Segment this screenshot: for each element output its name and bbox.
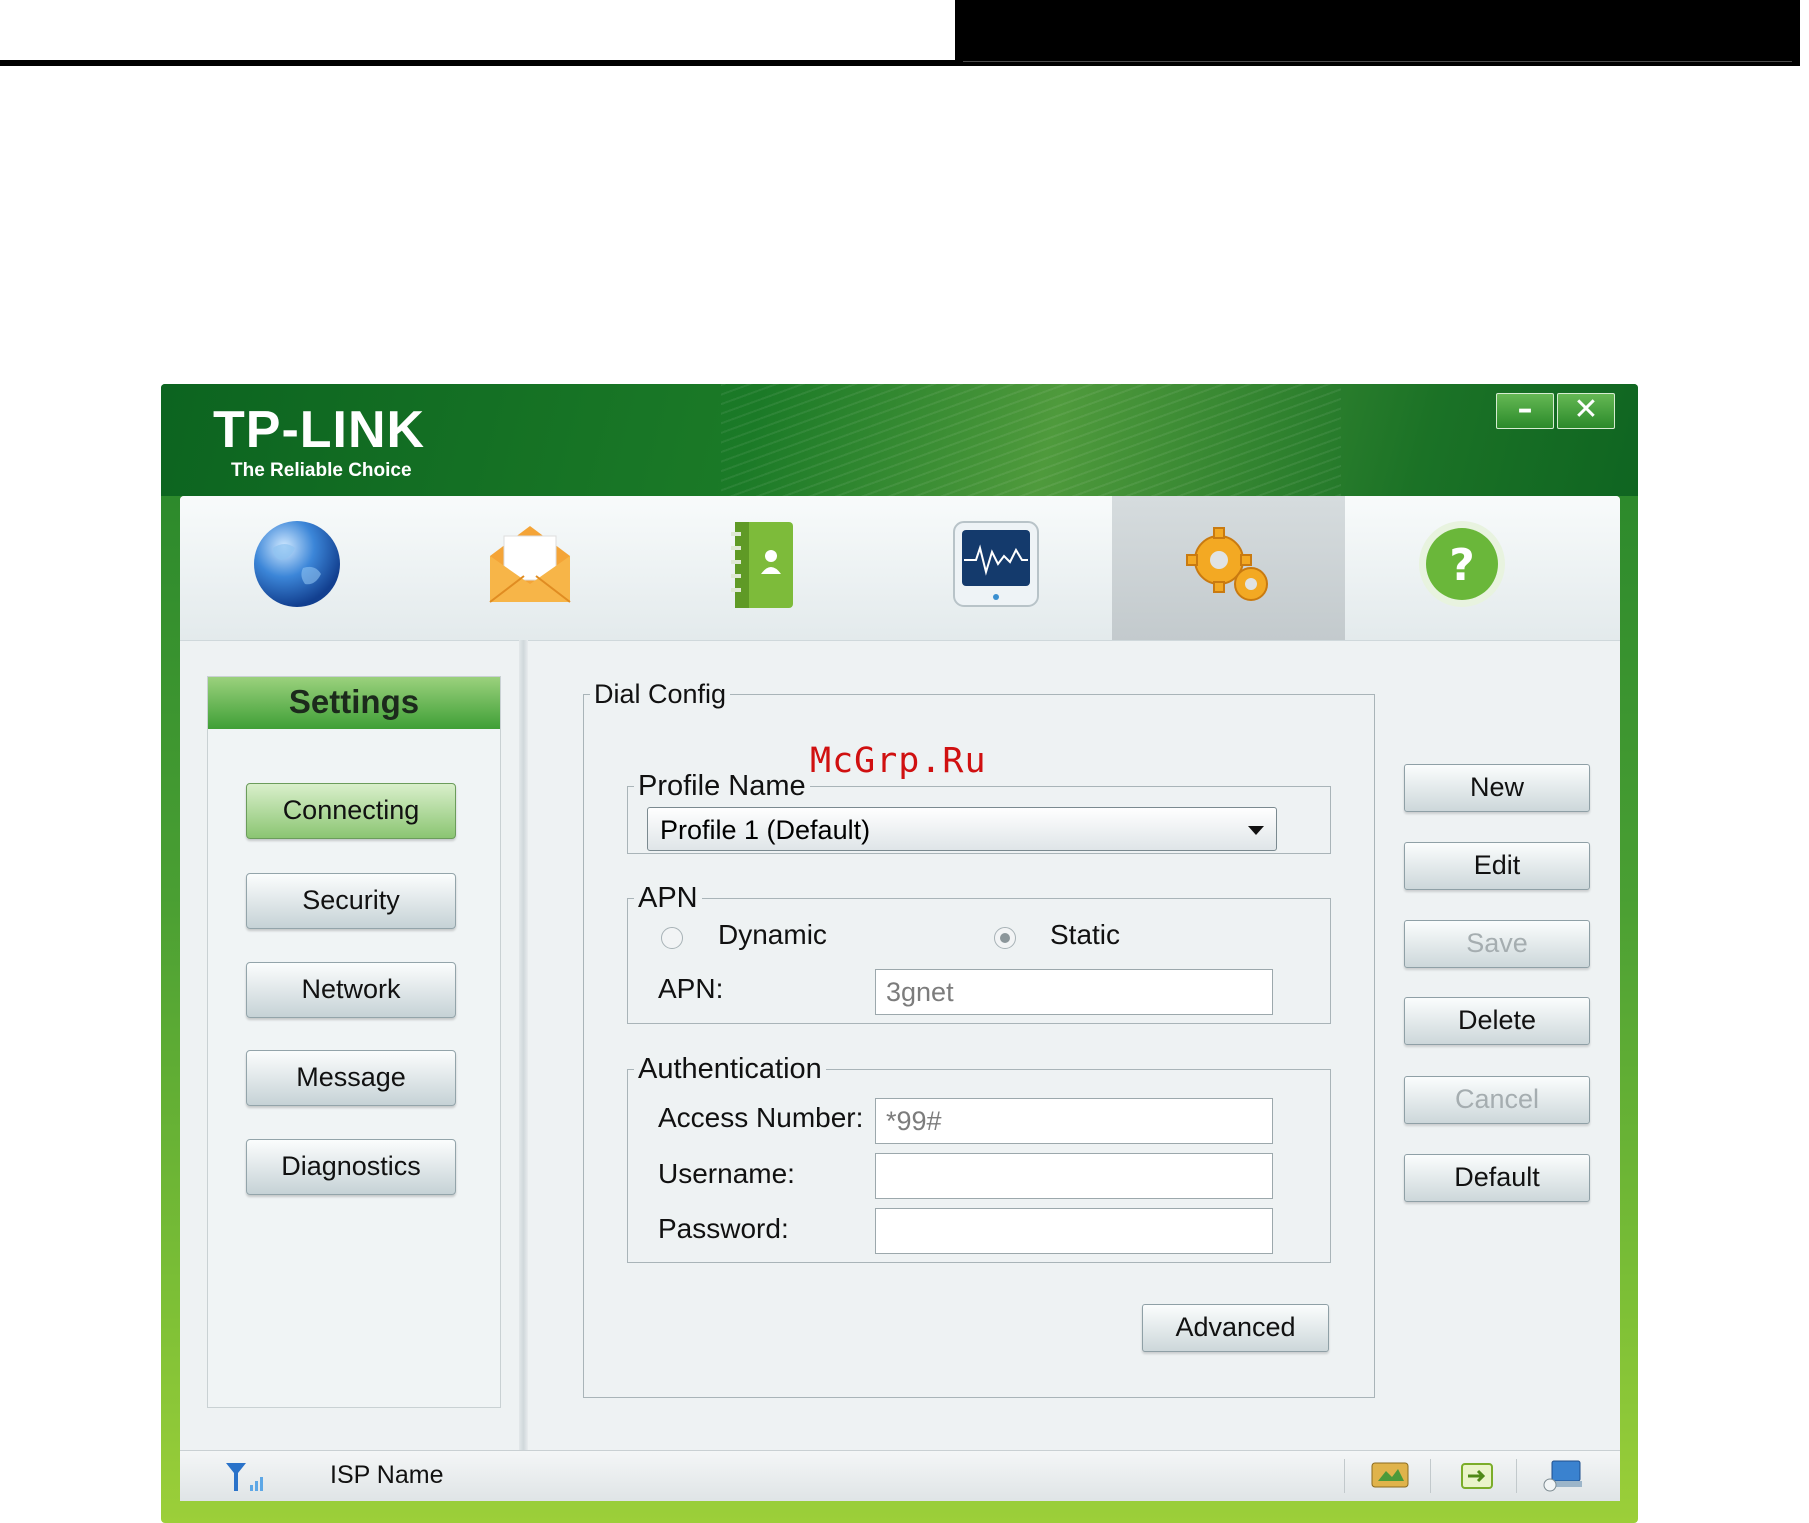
- close-button[interactable]: ✕: [1557, 393, 1615, 429]
- nav-settings[interactable]: [1112, 496, 1345, 640]
- status-separator: [1516, 1459, 1517, 1493]
- chevron-down-icon[interactable]: [1248, 826, 1264, 835]
- nav-statistics[interactable]: [879, 496, 1112, 640]
- dial-config-title: Dial Config: [594, 679, 727, 709]
- isp-name-label: ISP Name: [330, 1461, 444, 1489]
- apn-legend: APN: [638, 882, 698, 914]
- status-separator: [1430, 1459, 1431, 1493]
- sms-status-icon[interactable]: [1370, 1461, 1410, 1491]
- sidebar-item-message[interactable]: Message: [246, 1050, 456, 1106]
- nav-contacts[interactable]: [646, 496, 879, 640]
- brand-logo: TP-LINK: [213, 401, 426, 459]
- username-label: Username:: [658, 1158, 795, 1189]
- apn-dynamic-radio[interactable]: [661, 927, 683, 949]
- apn-static-radio[interactable]: [994, 927, 1016, 949]
- panel-divider: [519, 640, 528, 1501]
- access-number-input[interactable]: *99#: [875, 1098, 1273, 1144]
- delete-button[interactable]: Delete: [1404, 997, 1590, 1045]
- minimize-button[interactable]: –: [1496, 393, 1554, 429]
- globe-icon: [253, 521, 340, 607]
- envelope-icon: [488, 526, 571, 603]
- settings-sidebar: Settings Connecting Security Network Mes…: [207, 676, 501, 1408]
- svg-text:?: ?: [1449, 540, 1475, 591]
- nav-messages[interactable]: [413, 496, 646, 640]
- help-icon: ?: [1418, 521, 1505, 607]
- profile-select-value: Profile 1 (Default): [660, 815, 871, 845]
- apn-input[interactable]: 3gnet: [875, 969, 1273, 1015]
- username-input[interactable]: [875, 1153, 1273, 1199]
- phonebook-icon: [730, 522, 793, 608]
- apn-field-label: APN:: [658, 973, 724, 1004]
- authentication-legend: Authentication: [638, 1053, 822, 1085]
- nav-internet[interactable]: [180, 496, 413, 640]
- save-button[interactable]: Save: [1404, 920, 1590, 968]
- sidebar-item-network[interactable]: Network: [246, 962, 456, 1018]
- sidebar-title: Settings: [208, 677, 500, 729]
- profile-select[interactable]: Profile 1 (Default): [647, 807, 1277, 851]
- edit-button[interactable]: Edit: [1404, 842, 1590, 890]
- page-header-bar: [955, 0, 1800, 66]
- default-button[interactable]: Default: [1404, 1154, 1590, 1202]
- sidebar-item-security[interactable]: Security: [246, 873, 456, 929]
- sim-status-icon[interactable]: [1460, 1462, 1494, 1490]
- signal-icon: [226, 1463, 263, 1491]
- watermark: McGrp.Ru: [810, 741, 987, 781]
- status-bar: ISP Name: [180, 1450, 1620, 1501]
- profile-name-legend: Profile Name: [638, 770, 806, 802]
- network-status-icon[interactable]: [1542, 1459, 1582, 1493]
- main-nav: ?: [180, 496, 1620, 641]
- monitor-icon: [952, 521, 1039, 607]
- apn-static-label: Static: [1050, 919, 1121, 950]
- apn-dynamic-label: Dynamic: [718, 919, 827, 950]
- gears-icon: [1185, 527, 1268, 601]
- nav-help[interactable]: ?: [1345, 496, 1578, 640]
- status-separator: [1344, 1459, 1345, 1493]
- password-label: Password:: [658, 1213, 789, 1244]
- sidebar-item-connecting[interactable]: Connecting: [246, 783, 456, 839]
- access-number-label: Access Number:: [658, 1102, 864, 1133]
- password-input[interactable]: [875, 1208, 1273, 1254]
- app-window: TP-LINK The Reliable Choice – ✕ ? Settin…: [161, 384, 1638, 1523]
- cancel-button[interactable]: Cancel: [1404, 1076, 1590, 1124]
- page-header-rule: [0, 60, 955, 66]
- title-bar[interactable]: TP-LINK The Reliable Choice – ✕: [161, 384, 1638, 496]
- new-button[interactable]: New: [1404, 764, 1590, 812]
- advanced-button[interactable]: Advanced: [1142, 1304, 1329, 1352]
- brand-tagline: The Reliable Choice: [231, 460, 412, 481]
- sidebar-item-diagnostics[interactable]: Diagnostics: [246, 1139, 456, 1195]
- main-content: ? Settings Connecting Security Network M…: [180, 496, 1620, 1501]
